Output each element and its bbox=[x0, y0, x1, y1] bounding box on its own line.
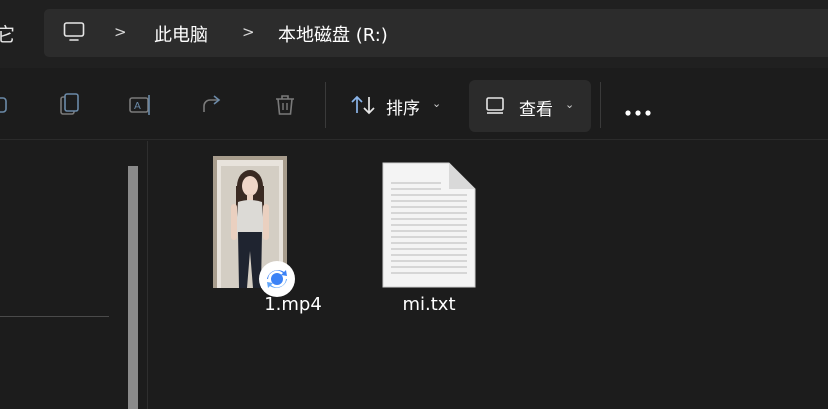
sort-button[interactable]: 排序 ⌄ bbox=[340, 80, 452, 130]
more-options-button[interactable] bbox=[614, 80, 662, 130]
nav-divider bbox=[0, 316, 109, 317]
chevron-down-icon: ⌄ bbox=[565, 98, 575, 111]
file-list: 1.mp4 mi.txt bbox=[149, 141, 828, 409]
sort-label: 排序 bbox=[386, 99, 420, 119]
command-bar: A 排序 ⌄ 查看 ⌄ bbox=[0, 68, 828, 140]
view-icon bbox=[485, 95, 505, 119]
breadcrumb-this-pc[interactable]: 此电脑 bbox=[154, 21, 208, 47]
delete-icon[interactable] bbox=[272, 92, 298, 118]
file-name: mi.txt bbox=[402, 294, 456, 315]
edge-glyph: 它 bbox=[0, 24, 16, 46]
view-button[interactable]: 查看 ⌄ bbox=[469, 80, 591, 132]
file-name: 1.mp4 bbox=[264, 294, 322, 315]
copy-icon[interactable] bbox=[56, 92, 82, 118]
nav-scrollbar[interactable] bbox=[128, 166, 138, 409]
sort-icon bbox=[350, 93, 378, 121]
computer-icon[interactable] bbox=[62, 20, 86, 48]
breadcrumb-separator-icon[interactable]: > bbox=[114, 23, 127, 41]
address-bar[interactable]: > 此电脑 > 本地磁盘 (R:) bbox=[44, 9, 828, 57]
sync-badge-icon bbox=[259, 261, 295, 297]
more-icon bbox=[624, 102, 652, 121]
rename-icon[interactable]: A bbox=[128, 92, 154, 118]
file-item-text[interactable]: mi.txt bbox=[349, 141, 509, 331]
toolbar-divider bbox=[600, 82, 601, 128]
toolbar-divider bbox=[325, 82, 326, 128]
address-row: 它 > 此电脑 > 本地磁盘 (R:) bbox=[0, 0, 828, 68]
chevron-down-icon: ⌄ bbox=[432, 97, 442, 110]
cut-icon[interactable] bbox=[0, 92, 12, 118]
share-icon[interactable] bbox=[200, 92, 226, 118]
navigation-pane bbox=[0, 141, 148, 409]
breadcrumb-local-disk[interactable]: 本地磁盘 (R:) bbox=[278, 21, 388, 47]
text-file-icon bbox=[381, 161, 477, 293]
breadcrumb-separator-icon[interactable]: > bbox=[242, 23, 255, 41]
view-label: 查看 bbox=[519, 100, 553, 120]
svg-text:A: A bbox=[134, 101, 141, 112]
